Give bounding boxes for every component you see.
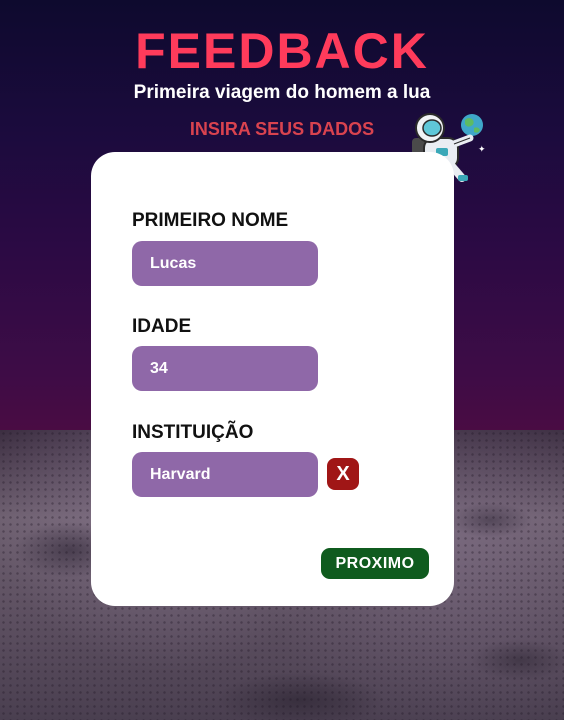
age-input[interactable] <box>132 346 318 391</box>
institution-label: INSTITUIÇÃO <box>132 422 254 443</box>
first-name-label: PRIMEIRO NOME <box>132 210 289 231</box>
clear-institution-button[interactable]: X <box>327 458 359 490</box>
page-title: FEEDBACK <box>135 23 429 79</box>
first-name-input[interactable] <box>132 241 318 286</box>
age-label: IDADE <box>132 316 192 337</box>
next-button[interactable]: PROXIMO <box>321 548 429 579</box>
form-card: PRIMEIRO NOME IDADE INSTITUIÇÃO X PROXIM… <box>91 152 454 606</box>
svg-text:✦: ✦ <box>478 145 486 155</box>
institution-input[interactable] <box>132 452 318 497</box>
page-subtitle: Primeira viagem do homem a lua <box>133 82 431 103</box>
